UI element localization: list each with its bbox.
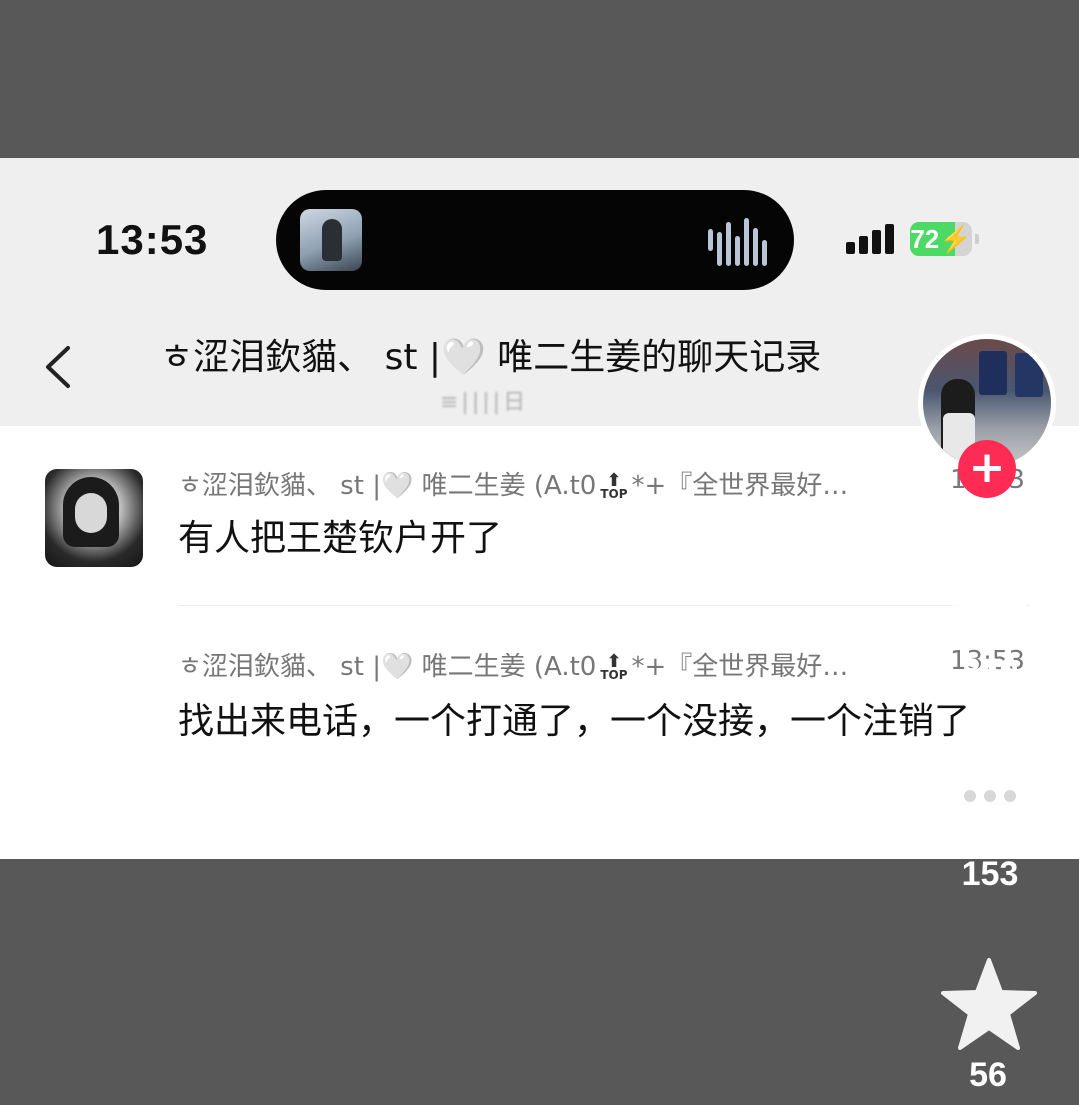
back-chevron-icon[interactable] (40, 344, 80, 390)
favorite-count: 56 (969, 1056, 1007, 1094)
top-badge: ⬆ TOP (600, 650, 628, 682)
battery-cap (975, 234, 979, 244)
comment-bubble-icon[interactable] (940, 754, 1040, 850)
follow-plus-button[interactable]: + (958, 440, 1016, 498)
screenshot-card: 13:53 72⚡ ㅎ涩泪欽貓、 st |🤍 唯二生姜的聊天记录 ≡||||日 … (0, 158, 1079, 859)
top-badge: ⬆ TOP (600, 469, 628, 501)
comment-count: 153 (961, 855, 1019, 893)
sender-name: ㅎ涩泪欽貓、 st |🤍 唯二生姜 (A.t0 ⬆ TOP *+『全世界最好… (178, 469, 849, 501)
audio-waveform-icon (708, 214, 768, 266)
message-text: 有人把王楚钦户开了 (178, 518, 503, 559)
dynamic-island[interactable] (276, 190, 794, 290)
now-playing-thumbnail (300, 209, 362, 271)
battery-percentage: 72⚡ (910, 224, 972, 254)
like-heart-icon[interactable] (938, 552, 1042, 644)
status-time: 13:53 (96, 216, 209, 263)
favorite-star-icon[interactable] (938, 956, 1040, 1054)
message-text: 找出来电话，一个打通了，一个没接，一个注销了 (178, 701, 971, 742)
battery-icon: 72⚡ (910, 222, 972, 256)
chat-title: ㅎ涩泪欽貓、 st |🤍 唯二生姜的聊天记录 (160, 337, 822, 378)
message-divider (178, 605, 1030, 606)
chat-header-area: 13:53 72⚡ ㅎ涩泪欽貓、 st |🤍 唯二生姜的聊天记录 ≡||||日 (0, 158, 1079, 426)
like-count: 840 (961, 652, 1019, 690)
sender-avatar[interactable] (45, 469, 143, 567)
sender-name: ㅎ涩泪欽貓、 st |🤍 唯二生姜 (A.t0 ⬆ TOP *+『全世界最好… (178, 650, 849, 682)
cellular-signal-icon (846, 222, 898, 254)
chat-subtitle: ≡||||日 (440, 390, 529, 415)
